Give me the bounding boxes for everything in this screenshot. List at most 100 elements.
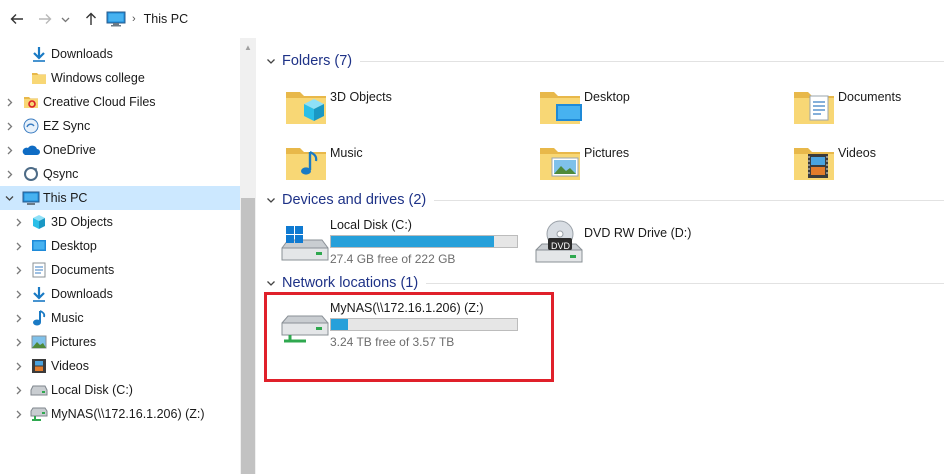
breadcrumb-separator-icon[interactable]: › (132, 13, 136, 25)
sidebar-item-3d-objects[interactable]: 3D Objects (0, 210, 240, 234)
group-divider (360, 60, 944, 62)
navigation-scrollbar[interactable]: ▲ (240, 38, 256, 474)
downloads-icon (30, 45, 48, 63)
arrow-right-icon (39, 14, 52, 24)
folder-label: Videos (838, 146, 876, 160)
sidebar-item-windows-college[interactable]: Windows college (0, 66, 240, 90)
sidebar-item-label: Pictures (51, 335, 97, 349)
sidebar-item-label: Downloads (51, 287, 113, 301)
recent-locations-button[interactable] (58, 8, 72, 30)
documents-folder-icon (794, 92, 834, 124)
folder-label: Desktop (584, 90, 630, 104)
pictures-icon (30, 333, 48, 351)
folder-tile-documents[interactable]: Documents (790, 82, 944, 138)
local-disk-icon (281, 226, 329, 261)
folder-label: Music (330, 146, 363, 160)
sidebar-item-label: EZ Sync (43, 119, 91, 133)
sidebar-item-creative-cloud-files[interactable]: Creative Cloud Files (0, 90, 240, 114)
chevron-down-icon[interactable] (3, 186, 15, 210)
sidebar-item-ez-sync[interactable]: EZ Sync (0, 114, 240, 138)
chevron-right-icon[interactable] (12, 330, 24, 354)
sidebar-item-label: Videos (51, 359, 89, 373)
folder-tile-videos[interactable]: Videos (790, 138, 944, 194)
chevron-right-icon[interactable] (3, 162, 15, 186)
folder-tile-music[interactable]: Music (282, 138, 522, 194)
scroll-up-icon[interactable]: ▲ (240, 40, 256, 54)
arrow-left-icon (10, 14, 23, 24)
group-title-network: Network locations (1) (282, 275, 419, 291)
ez-sync-icon (22, 117, 40, 135)
sidebar-item-onedrive[interactable]: OneDrive (0, 138, 240, 162)
this-pc-icon (106, 11, 126, 27)
folder-label: Pictures (584, 146, 630, 160)
sidebar-item-local-disk-c[interactable]: Local Disk (C:) (0, 378, 240, 402)
pictures-folder-icon (540, 148, 580, 180)
sidebar-item-label: Local Disk (C:) (51, 383, 133, 397)
chevron-right-icon[interactable] (12, 378, 24, 402)
chevron-right-icon[interactable] (12, 282, 24, 306)
chevron-down-icon[interactable] (264, 56, 278, 66)
folder-tile-desktop[interactable]: Desktop (536, 82, 776, 138)
sidebar-item-desktop[interactable]: Desktop (0, 234, 240, 258)
downloads-icon (30, 285, 48, 303)
chevron-right-icon[interactable] (3, 114, 15, 138)
chevron-right-icon[interactable] (12, 234, 24, 258)
arrow-up-icon (86, 12, 96, 25)
chevron-down-icon[interactable] (264, 278, 278, 288)
this-pc-icon (22, 189, 40, 207)
chevron-right-icon[interactable] (3, 138, 15, 162)
up-button[interactable] (80, 8, 102, 30)
chevron-right-icon[interactable] (12, 258, 24, 282)
chevron-down-icon[interactable] (264, 195, 278, 205)
group-header-folders[interactable]: Folders (7) (264, 50, 944, 72)
videos-icon (30, 357, 48, 375)
sidebar-item-music[interactable]: Music (0, 306, 240, 330)
drive-free-space: 27.4 GB free of 222 GB (330, 252, 456, 266)
drive-name: Local Disk (C:) (330, 218, 412, 232)
sidebar-item-videos[interactable]: Videos (0, 354, 240, 378)
chevron-right-icon[interactable] (12, 402, 24, 426)
sidebar-item-pictures[interactable]: Pictures (0, 330, 240, 354)
3d-objects-icon (30, 213, 48, 231)
highlight-annotation-box (264, 292, 554, 382)
sidebar-item-label: Qsync (43, 167, 79, 181)
navigation-pane: Downloads Windows college Creative Cloud F… (0, 38, 240, 474)
group-divider (426, 282, 944, 284)
network-drive-icon (30, 405, 48, 423)
sidebar-item-label: 3D Objects (51, 215, 113, 229)
chevron-right-icon[interactable] (12, 306, 24, 330)
sidebar-item-documents[interactable]: Documents (0, 258, 240, 282)
sidebar-item-this-pc[interactable]: This PC (0, 186, 240, 210)
3d-objects-folder-icon (286, 92, 326, 124)
music-folder-icon (286, 148, 326, 180)
desktop-folder-icon (540, 92, 582, 124)
sidebar-item-label: Creative Cloud Files (43, 95, 156, 109)
creative-cloud-icon (22, 93, 40, 111)
sidebar-item-label: OneDrive (43, 143, 96, 157)
address-bar[interactable]: › This PC (102, 6, 944, 32)
group-header-network[interactable]: Network locations (1) (264, 272, 944, 294)
folder-icon (30, 69, 48, 87)
group-header-devices[interactable]: Devices and drives (2) (264, 189, 944, 211)
drive-usage-bar (330, 235, 518, 248)
folder-tile-3d-objects[interactable]: 3D Objects (282, 82, 522, 138)
chevron-right-icon[interactable] (12, 354, 24, 378)
chevron-right-icon[interactable] (12, 210, 24, 234)
folder-tile-pictures[interactable]: Pictures (536, 138, 776, 194)
sidebar-item-label: This PC (43, 191, 88, 205)
sidebar-item-downloads[interactable]: Downloads (0, 42, 240, 66)
group-title-folders: Folders (7) (282, 53, 353, 69)
group-divider (434, 199, 944, 201)
sidebar-item-downloads[interactable]: Downloads (0, 282, 240, 306)
forward-button[interactable] (34, 8, 56, 30)
chevron-right-icon[interactable] (3, 90, 15, 114)
content-pane: Folders (7) 3D Objects Desktop Documents… (256, 38, 944, 474)
sidebar-item-qsync[interactable]: Qsync (0, 162, 240, 186)
breadcrumb-this-pc[interactable]: This PC (144, 12, 188, 26)
onedrive-icon (22, 141, 40, 159)
sidebar-item-mynas-172-16-1-206-z[interactable]: MyNAS(\\172.16.1.206) (Z:) (0, 402, 240, 426)
group-title-devices: Devices and drives (2) (282, 192, 427, 208)
scroll-thumb[interactable] (241, 198, 255, 474)
local-disk-icon (30, 381, 48, 399)
back-button[interactable] (6, 8, 28, 30)
